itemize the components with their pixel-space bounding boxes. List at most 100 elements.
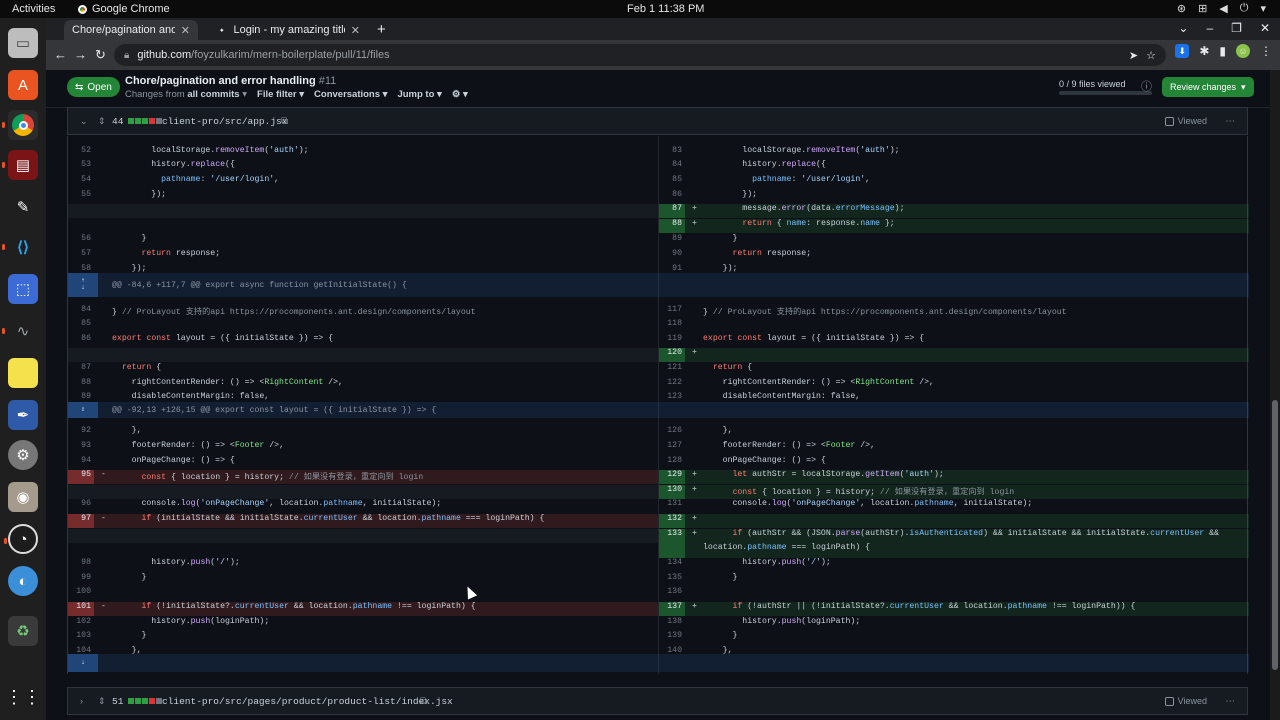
bookmark-star-icon[interactable]: ☆ (1146, 49, 1156, 62)
activities-button[interactable]: Activities (12, 3, 55, 15)
line-number[interactable]: 87 (68, 363, 94, 377)
line-number[interactable]: 137 (659, 602, 685, 616)
line-number[interactable]: 128 (659, 456, 685, 470)
line-number[interactable]: 55 (68, 190, 94, 204)
expand-icon[interactable]: ⇕ (98, 116, 106, 127)
screenshot-icon[interactable]: ⬚ (8, 274, 38, 304)
line-number[interactable]: 87 (659, 204, 685, 218)
page-scrollbar[interactable] (1270, 70, 1280, 720)
expand-up-icon[interactable]: ⇡ ⇣ (68, 273, 98, 297)
line-number[interactable]: 119 (659, 334, 685, 348)
line-number[interactable]: 92 (68, 426, 94, 440)
line-number[interactable]: 134 (659, 558, 685, 572)
browser-icon[interactable]: ◐ (8, 566, 38, 596)
extension-icon[interactable]: ⬇ (1175, 44, 1190, 58)
notes-icon[interactable] (8, 358, 38, 388)
chevron-right-icon[interactable]: › (80, 696, 83, 706)
close-icon[interactable]: ✕ (351, 24, 360, 37)
more-icon[interactable]: ⋯ (1226, 116, 1236, 127)
line-number[interactable]: 118 (659, 319, 685, 333)
tab-login[interactable]: ⬩ Login - my amazing title ✕ (208, 20, 368, 40)
software-center-icon[interactable]: A (8, 70, 38, 100)
gimp-icon[interactable]: ◉ (8, 482, 38, 512)
close-icon[interactable]: ✕ (181, 24, 190, 37)
page-title[interactable]: Chore/pagination and error handling #11 (125, 75, 336, 87)
back-icon[interactable]: ← (54, 47, 67, 62)
reload-icon[interactable]: ↻ (95, 47, 106, 63)
text-editor-icon[interactable]: ✒ (8, 400, 38, 430)
line-number[interactable]: 100 (68, 587, 94, 601)
line-number[interactable]: 133 (659, 529, 685, 558)
send-icon[interactable]: ➤ (1129, 49, 1138, 62)
clock[interactable]: Feb 1 11:38 PM (627, 3, 704, 15)
line-number[interactable]: 117 (659, 305, 685, 319)
line-number[interactable]: 121 (659, 363, 685, 377)
line-number[interactable]: 120 (659, 348, 685, 362)
expand-down-icon[interactable]: ⇣ (68, 654, 98, 672)
side-panel-icon[interactable]: ▮ (1219, 44, 1226, 58)
scrollbar-thumb[interactable] (1272, 400, 1278, 670)
line-number[interactable]: 101 (68, 602, 94, 616)
changes-from-menu[interactable]: Changes from all commits ▾ (125, 89, 247, 100)
forward-icon[interactable]: → (74, 47, 87, 62)
line-number[interactable]: 132 (659, 514, 685, 528)
line-number[interactable]: 136 (659, 587, 685, 601)
line-number[interactable]: 90 (659, 249, 685, 263)
line-number[interactable]: 53 (68, 160, 94, 174)
line-number[interactable]: 129 (659, 470, 685, 484)
info-icon[interactable]: ⓘ (1141, 78, 1152, 94)
conversations-menu[interactable]: Conversations ▾ (314, 89, 387, 100)
line-number[interactable]: 93 (68, 441, 94, 455)
line-number[interactable]: 130 (659, 485, 685, 499)
lock-icon[interactable]: 🔒︎ (124, 50, 129, 61)
line-number[interactable]: 85 (659, 175, 685, 189)
line-number[interactable]: 102 (68, 617, 94, 631)
expand-icon[interactable]: ⇕ (68, 402, 98, 418)
chevron-down-icon[interactable]: ⌄ (1178, 21, 1188, 35)
terminal-icon[interactable]: ▤ (2, 150, 38, 180)
app-menu[interactable]: Google Chrome (78, 3, 170, 15)
show-apps-icon[interactable]: ⋮⋮ (5, 682, 41, 712)
viewed-checkbox[interactable]: Viewed (1164, 116, 1207, 126)
gear-icon[interactable]: ⚙ ▾ (452, 89, 468, 100)
chevron-down-icon[interactable]: ⌄ (80, 116, 88, 127)
settings-icon[interactable]: ⚙ (8, 440, 38, 470)
line-number[interactable]: 89 (659, 234, 685, 248)
line-number[interactable]: 83 (659, 146, 685, 160)
new-tab-button[interactable]: + (377, 21, 386, 38)
line-number[interactable]: 131 (659, 499, 685, 513)
obs-icon[interactable]: ◔ (4, 524, 38, 554)
vscode-icon[interactable]: ⟨⟩ (2, 232, 38, 262)
line-number[interactable]: 138 (659, 617, 685, 631)
line-number[interactable]: 103 (68, 631, 94, 645)
line-number[interactable]: 95 (68, 470, 94, 484)
expand-icon[interactable]: ⇕ (98, 696, 106, 707)
menu-icon[interactable]: ⋮ (1260, 44, 1272, 58)
minimize-icon[interactable]: – (1206, 21, 1213, 35)
line-number[interactable]: 86 (659, 190, 685, 204)
inkscape-icon[interactable]: ✎ (8, 192, 38, 222)
line-number[interactable]: 86 (68, 334, 94, 348)
file-name[interactable]: client-pro/src/pages/product/product-lis… (162, 696, 453, 707)
line-number[interactable]: 54 (68, 175, 94, 189)
line-number[interactable]: 88 (68, 378, 94, 392)
avatar[interactable]: ☺ (1236, 44, 1250, 58)
maximize-icon[interactable]: ❐ (1231, 21, 1242, 35)
trash-icon[interactable]: ♻ (8, 616, 38, 646)
file-filter-menu[interactable]: File filter ▾ (257, 89, 304, 100)
puzzle-icon[interactable]: ✱ (1199, 44, 1209, 58)
line-number[interactable]: 99 (68, 573, 94, 587)
jump-to-menu[interactable]: Jump to ▾ (397, 89, 441, 100)
line-number[interactable]: 96 (68, 499, 94, 513)
copy-icon[interactable]: ⧉ (281, 116, 288, 127)
line-number[interactable]: 139 (659, 631, 685, 645)
line-number[interactable]: 88 (659, 219, 685, 233)
line-number[interactable]: 98 (68, 558, 94, 572)
line-number[interactable]: 84 (659, 160, 685, 174)
line-number[interactable]: 57 (68, 249, 94, 263)
review-changes-button[interactable]: Review changes ▾ (1162, 77, 1254, 97)
line-number[interactable]: 52 (68, 146, 94, 160)
system-monitor-icon[interactable]: ∿ (2, 316, 38, 346)
file-name[interactable]: client-pro/src/app.jsx (162, 116, 287, 127)
more-icon[interactable]: ⋯ (1226, 696, 1236, 707)
